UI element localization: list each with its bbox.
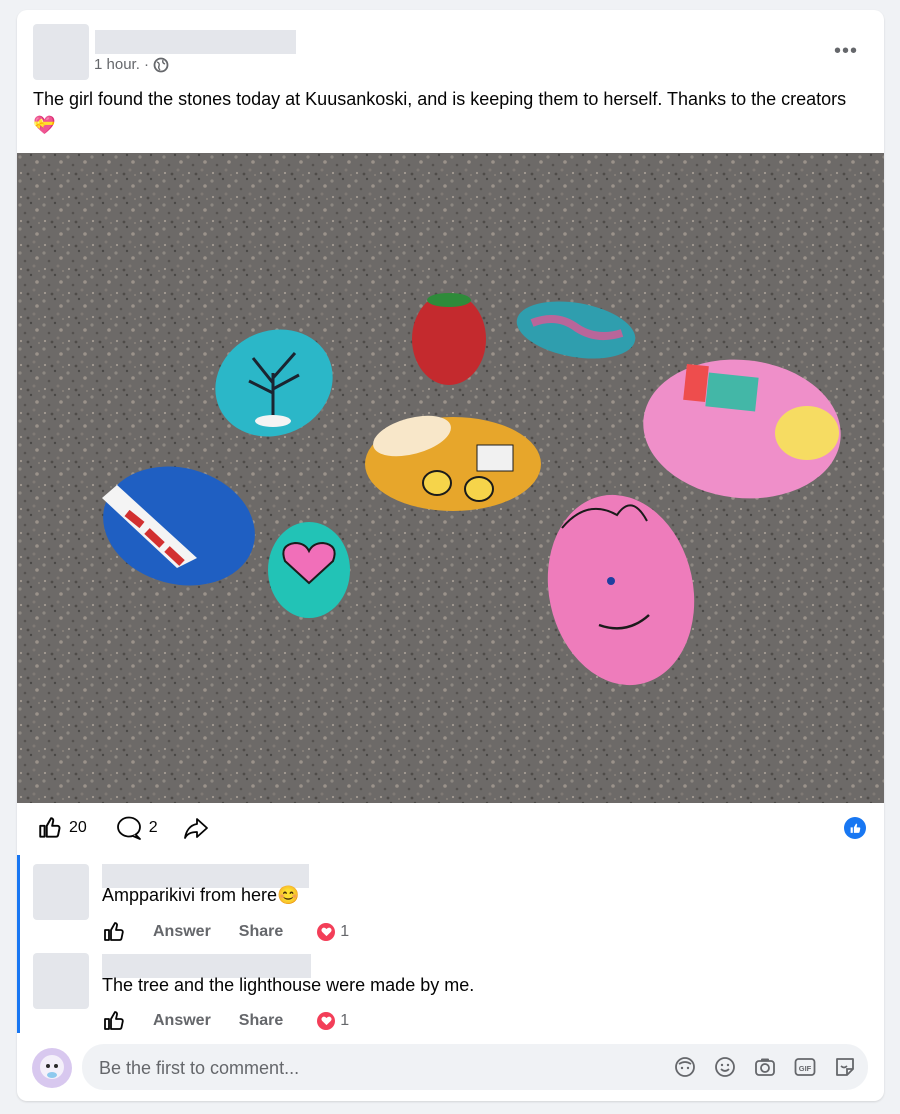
comment-actions: Answer Share 1: [102, 1009, 349, 1033]
post-card: 1 hour. · ••• The girl found the stones …: [17, 10, 884, 1101]
comment-composer: GIF: [82, 1044, 868, 1092]
post-text: The girl found the stones today at Kuusa…: [33, 89, 847, 135]
share-button[interactable]: [182, 815, 210, 841]
svg-text:GIF: GIF: [799, 1064, 812, 1073]
like-icon: [39, 817, 61, 838]
like-badge-icon[interactable]: [844, 817, 866, 839]
share-icon: [183, 818, 208, 839]
share-button[interactable]: Share: [239, 1012, 283, 1030]
composer-tools: GIF: [674, 1056, 856, 1078]
answer-button[interactable]: Answer: [153, 923, 211, 941]
emoji-icon[interactable]: [714, 1056, 736, 1078]
reaction-count[interactable]: 1: [317, 1012, 349, 1030]
current-user-avatar[interactable]: [32, 1048, 72, 1088]
camera-icon[interactable]: [754, 1056, 776, 1078]
sticker-icon[interactable]: [834, 1056, 856, 1078]
comment-button[interactable]: 2: [115, 815, 158, 841]
comment-count: 2: [148, 819, 158, 836]
globe-icon: [153, 57, 169, 72]
like-icon[interactable]: [102, 920, 126, 944]
author-avatar-redacted[interactable]: [33, 24, 89, 80]
comment-text: The tree and the lighthouse were made by…: [102, 975, 475, 995]
like-count: 20: [69, 819, 87, 836]
share-button[interactable]: Share: [239, 923, 283, 941]
comment-input[interactable]: [97, 1044, 641, 1092]
commenter-avatar-redacted[interactable]: [33, 864, 89, 920]
comment-actions: Answer Share 1: [102, 920, 349, 944]
author-name-redacted[interactable]: [95, 30, 296, 54]
gif-icon[interactable]: GIF: [794, 1056, 816, 1078]
thread-line: [17, 855, 20, 1033]
like-button[interactable]: 20: [37, 815, 87, 841]
avatar-sticker-icon[interactable]: [674, 1056, 696, 1078]
post-photo[interactable]: [17, 153, 884, 803]
answer-button[interactable]: Answer: [153, 1012, 211, 1030]
commenter-avatar-redacted[interactable]: [33, 953, 89, 1009]
comment-text: Ampparikivi from here😊: [102, 885, 300, 905]
post-actions: 20 2: [37, 815, 210, 841]
like-icon[interactable]: [102, 1009, 126, 1033]
heart-icon: [317, 1012, 336, 1030]
more-icon[interactable]: •••: [834, 40, 858, 63]
stone-strawberry: [412, 293, 486, 385]
post-time[interactable]: 1 hour. ·: [94, 56, 149, 73]
heart-icon: [317, 923, 336, 941]
post-meta: 1 hour. ·: [94, 56, 169, 73]
stone-heart: [268, 522, 350, 618]
reaction-count[interactable]: 1: [317, 923, 349, 941]
comment-icon: [116, 816, 141, 840]
